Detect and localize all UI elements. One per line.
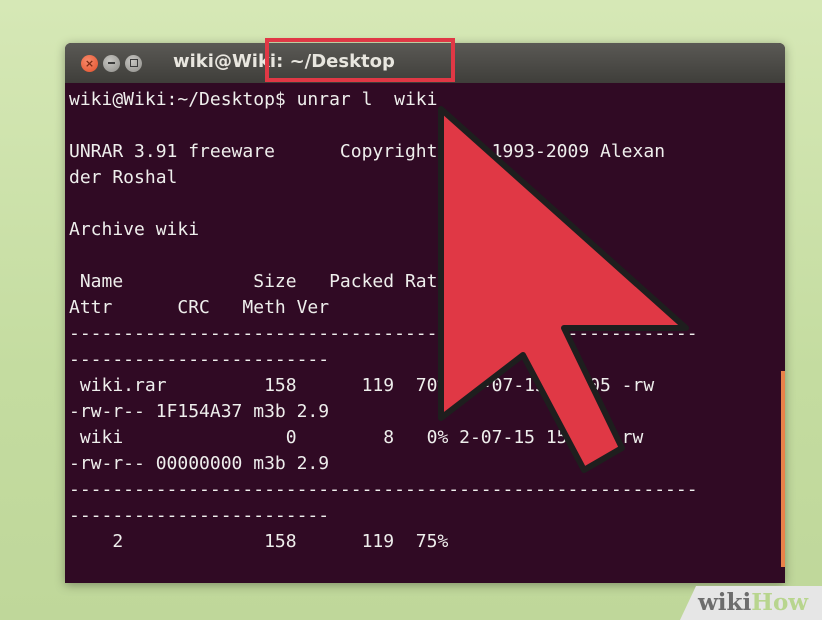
terminal-line: Archive wiki bbox=[69, 219, 200, 240]
prompt-line: wiki@Wiki:~/Desktop$ unrar l wiki bbox=[69, 87, 437, 113]
terminal-line: ------------------------ bbox=[69, 349, 330, 370]
terminal-line: wiki 0 8 0% 2-07-15 15:04 -rw bbox=[69, 427, 644, 448]
scrollbar-thumb[interactable] bbox=[781, 371, 785, 567]
wikihow-logo: wikiHow bbox=[698, 589, 809, 616]
terminal-line: 2 158 119 75% bbox=[69, 531, 449, 552]
terminal-line: ----------------------------------------… bbox=[69, 323, 698, 344]
minimize-icon bbox=[108, 62, 115, 64]
close-icon: × bbox=[84, 57, 95, 70]
terminal-line: -rw-r-- 1F154A37 m3b 2.9 bbox=[69, 401, 330, 422]
terminal-line: der Roshal bbox=[69, 167, 178, 188]
terminal-line: UNRAR 3.91 freeware Copyright (c) 1993-2… bbox=[69, 141, 666, 162]
close-button[interactable]: × bbox=[81, 55, 98, 72]
terminal-output[interactable]: wiki@Wiki:~/Desktop$ unrar l wiki UNRAR … bbox=[69, 87, 781, 577]
terminal-line: wiki.rar 158 119 70% 04-07-15 15:05 -rw bbox=[69, 375, 655, 396]
command-text: unrar l wiki bbox=[296, 89, 438, 110]
maximize-button[interactable] bbox=[125, 55, 142, 72]
terminal-line: Attr CRC Meth Ver bbox=[69, 297, 330, 318]
terminal-line: Name Size Packed Ratio Date Time bbox=[69, 271, 601, 292]
terminal-line: ----------------------------------------… bbox=[69, 479, 698, 500]
minimize-button[interactable] bbox=[103, 55, 120, 72]
terminal-line: -rw-r-- 00000000 m3b 2.9 bbox=[69, 453, 330, 474]
prompt: wiki@Wiki:~/Desktop$ bbox=[69, 89, 297, 110]
command-highlight-box bbox=[265, 38, 455, 82]
terminal-line: ------------------------ bbox=[69, 505, 330, 526]
terminal-window[interactable]: × wiki@Wiki: ~/Desktop wiki@Wiki:~/Deskt… bbox=[65, 43, 785, 583]
maximize-icon bbox=[129, 58, 138, 67]
